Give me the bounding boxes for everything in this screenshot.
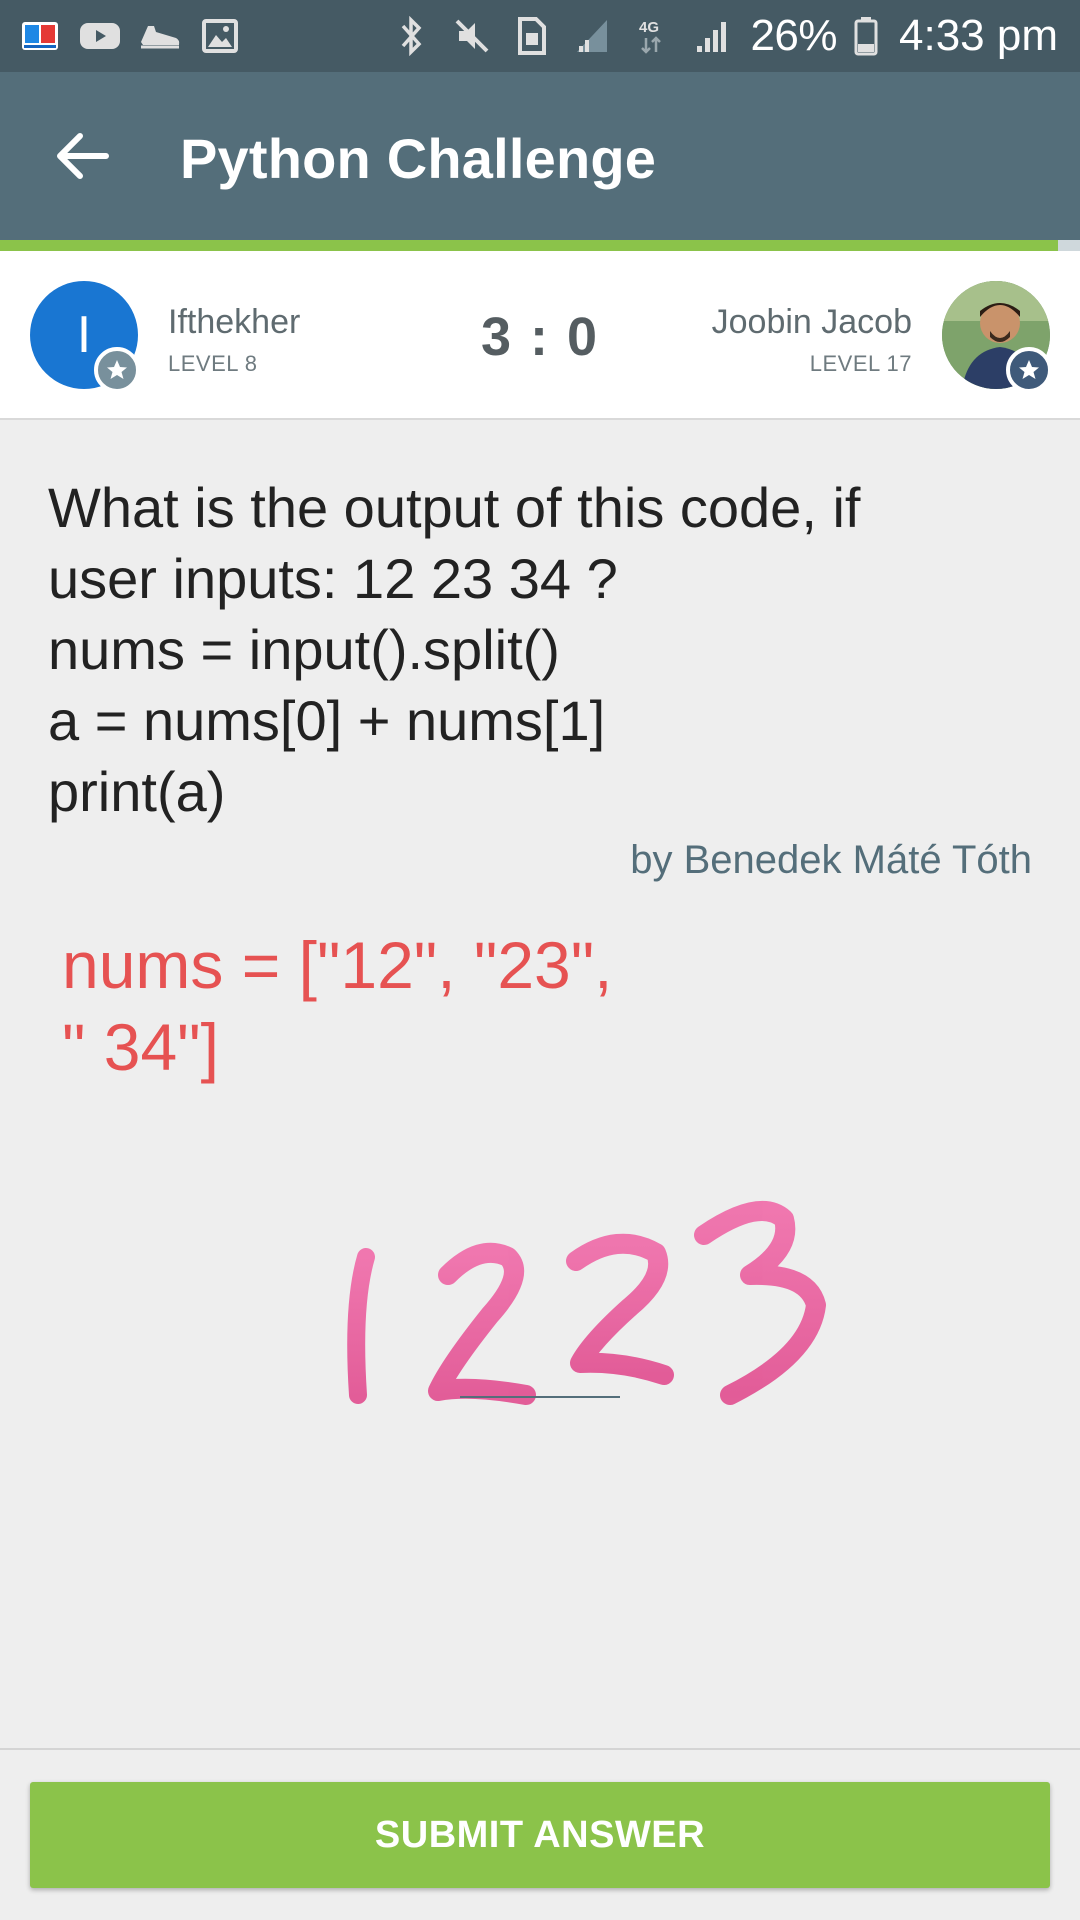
dictionary-app-icon xyxy=(18,14,62,58)
handwritten-note: nums = ["12", "23", " 34"] xyxy=(62,924,613,1088)
page-title: Python Challenge xyxy=(180,127,657,190)
signal-icon xyxy=(570,14,614,58)
4g-icon: 4G xyxy=(630,14,674,58)
match-score: 3 : 0 xyxy=(480,307,600,367)
challenge-progress-bar xyxy=(0,240,1080,251)
shoe-icon xyxy=(138,14,182,58)
question-line: user inputs: 12 23 34 ? xyxy=(48,547,618,610)
star-badge-icon xyxy=(1006,347,1052,393)
image-icon xyxy=(198,14,242,58)
progress-fill xyxy=(0,240,1059,251)
question-author: by Benedek Máté Tóth xyxy=(630,838,1032,882)
bottom-divider xyxy=(0,1748,1080,1750)
right-player-name: Joobin Jacob xyxy=(711,303,912,341)
note-line: nums = ["12", "23", xyxy=(62,928,613,1002)
battery-percent: 26% xyxy=(750,11,838,60)
youtube-icon xyxy=(78,14,122,58)
sim-icon xyxy=(510,14,554,58)
code-line: print(a) xyxy=(48,760,226,823)
signal-icon xyxy=(690,14,734,58)
svg-text:4G: 4G xyxy=(639,19,659,36)
note-line: " 34"] xyxy=(62,1010,219,1084)
status-right-icons: 4G 26% 4:33 pm xyxy=(390,11,1058,61)
question-text: What is the output of this code, if user… xyxy=(48,472,1038,827)
arrow-left-icon xyxy=(57,133,109,179)
submit-answer-button[interactable]: SUBMIT ANSWER xyxy=(30,1782,1050,1888)
status-left-icons xyxy=(18,14,242,58)
handwritten-answer-scribble xyxy=(347,1201,826,1405)
right-player-level: LEVEL 17 xyxy=(809,351,912,376)
bluetooth-icon xyxy=(390,14,434,58)
answer-input-underline[interactable] xyxy=(460,1396,620,1398)
status-bar: 4G 26% 4:33 pm xyxy=(0,0,1080,72)
players-header: I Ifthekher LEVEL 8 3 : 0 Joobin Jacob L… xyxy=(0,251,1080,420)
mute-icon xyxy=(450,14,494,58)
back-button[interactable] xyxy=(44,118,120,194)
code-line: a = nums[0] + nums[1] xyxy=(48,689,606,752)
code-line: nums = input().split() xyxy=(48,618,560,681)
app-bar: Python Challenge xyxy=(0,72,1080,240)
battery-icon xyxy=(853,14,879,58)
status-time: 4:33 pm xyxy=(899,11,1058,60)
question-line: What is the output of this code, if xyxy=(48,476,861,539)
